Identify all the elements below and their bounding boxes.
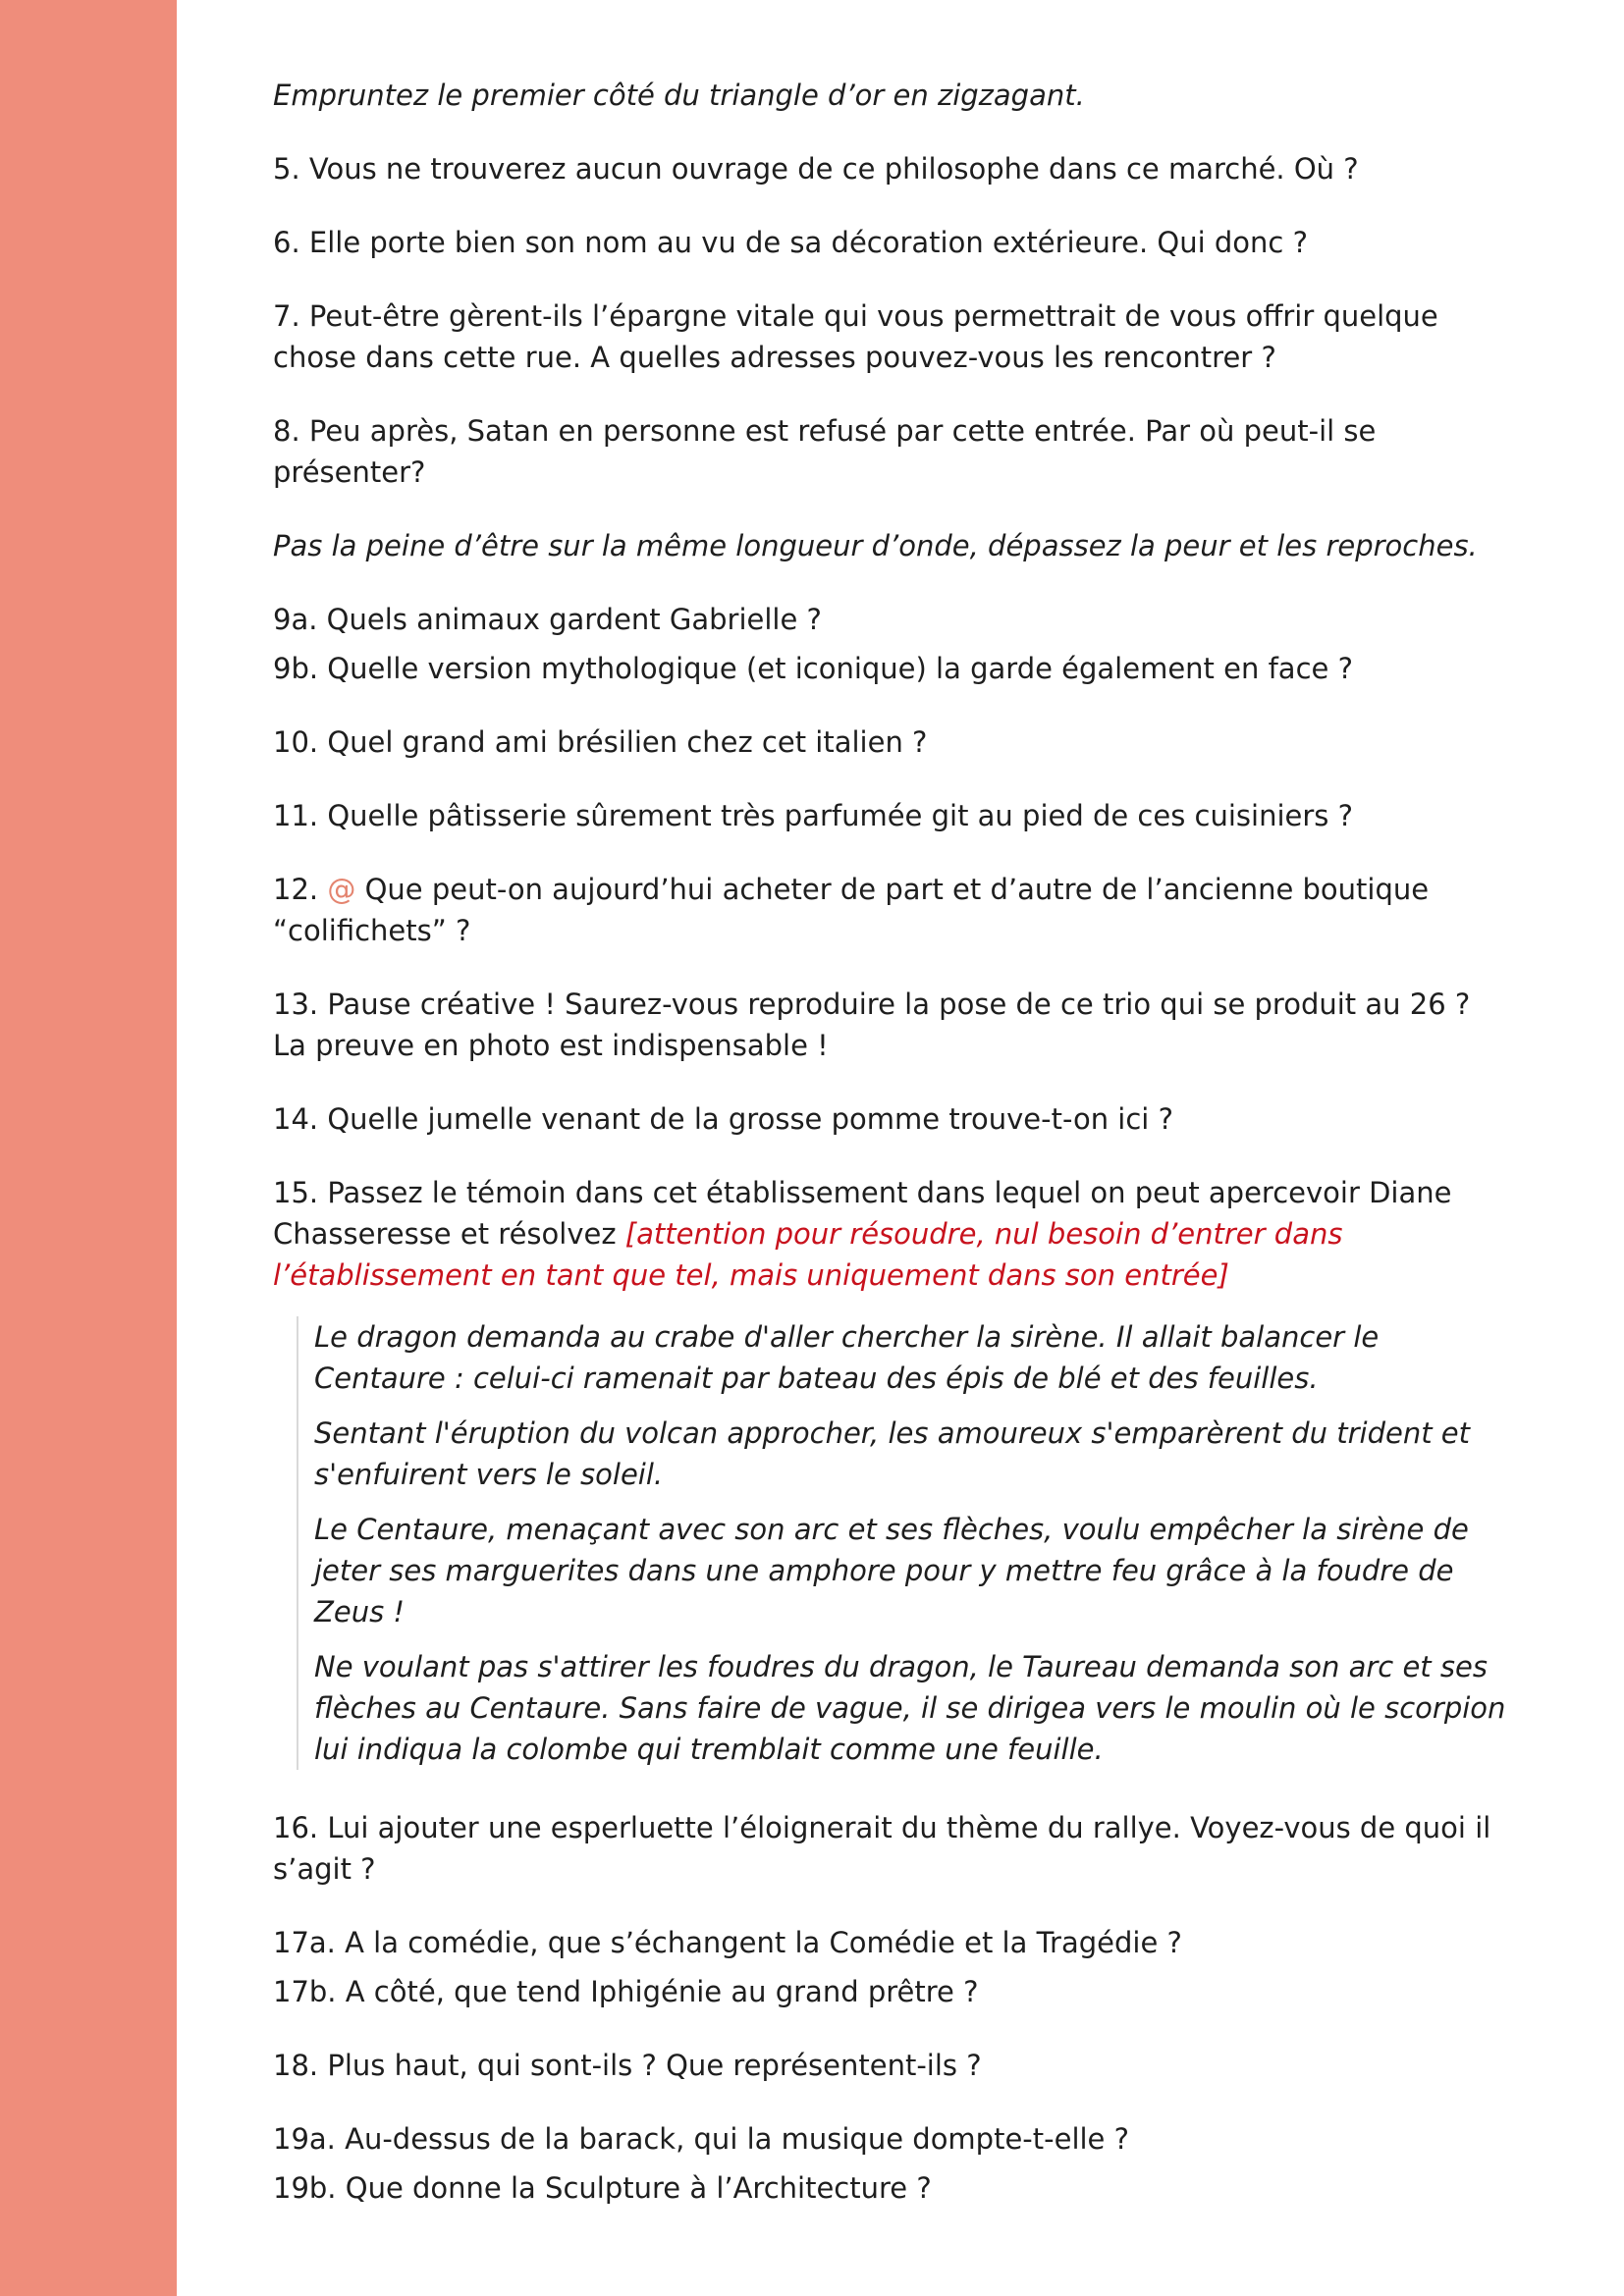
question-15: 15. Passez le témoin dans cet établissem… (273, 1172, 1510, 1296)
question-11: 11. Quelle pâtisserie sûrement très parf… (273, 799, 1354, 832)
question-12-number: 12. (273, 873, 319, 906)
question-14: 14. Quelle jumelle venant de la grosse p… (273, 1102, 1173, 1136)
question-12-text: Que peut-on aujourd’hui acheter de part … (273, 873, 1430, 947)
side-color-band (0, 0, 177, 2296)
question-6: 6. Elle porte bien son nom au vu de sa d… (273, 226, 1308, 259)
question-19a: 19a. Au-dessus de la barack, qui la musi… (273, 2122, 1130, 2156)
question-7: 7. Peut-être gèrent-ils l’épargne vitale… (273, 299, 1438, 374)
question-17b: 17b. A côté, que tend Iphigénie au grand… (273, 1975, 979, 2008)
question-18: 18. Plus haut, qui sont-ils ? Que représ… (273, 2049, 982, 2082)
question-13: 13. Pause créative ! Saurez-vous reprodu… (273, 988, 1471, 1062)
question-9a: 9a. Quels animaux gardent Gabrielle ? (273, 603, 822, 636)
question-5: 5. Vous ne trouverez aucun ouvrage de ce… (273, 152, 1359, 186)
question-9b: 9b. Quelle version mythologique (et icon… (273, 652, 1353, 685)
question-10: 10. Quel grand ami brésilien chez cet it… (273, 725, 928, 759)
riddle-paragraph: Sentant l'éruption du volcan approcher, … (314, 1416, 1471, 1491)
question-16: 16. Lui ajouter une esperluette l’éloign… (273, 1811, 1491, 1886)
question-19b: 19b. Que donne la Sculpture à l’Architec… (273, 2171, 932, 2205)
document-content: Empruntez le premier côté du triangle d’… (273, 75, 1510, 2241)
hint-text-2: Pas la peine d’être sur la même longueur… (273, 529, 1478, 562)
riddle-paragraph: Le dragon demanda au crabe d'aller cherc… (314, 1320, 1380, 1395)
at-icon: @ (327, 873, 356, 906)
riddle-blockquote: Le dragon demanda au crabe d'aller cherc… (297, 1316, 1510, 1770)
riddle-paragraph: Le Centaure, menaçant avec son arc et se… (314, 1513, 1469, 1629)
question-8: 8. Peu après, Satan en personne est refu… (273, 414, 1377, 489)
riddle-paragraph: Ne voulant pas s'attirer les foudres du … (314, 1650, 1506, 1766)
hint-text: Empruntez le premier côté du triangle d’… (273, 79, 1085, 112)
question-17a: 17a. A la comédie, que s’échangent la Co… (273, 1926, 1182, 1959)
question-12: 12. @ Que peut-on aujourd’hui acheter de… (273, 869, 1510, 951)
